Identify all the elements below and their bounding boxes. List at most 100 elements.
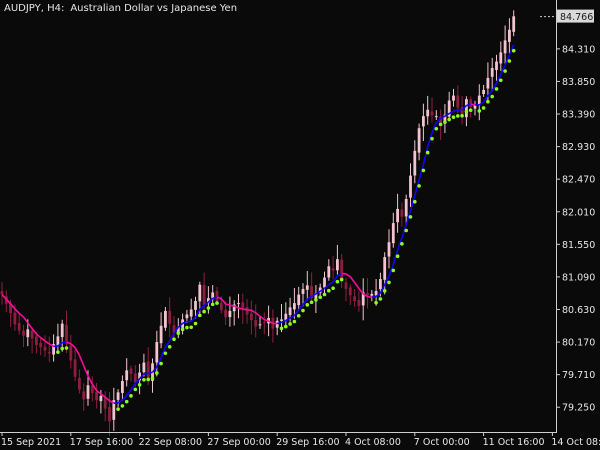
uptrend-dot — [159, 361, 163, 366]
uptrend-segment — [190, 316, 197, 322]
candle-bear — [262, 322, 266, 324]
uptrend-dot — [292, 319, 297, 324]
price-tick-label: 82.930 — [562, 142, 595, 153]
uptrend-dot — [167, 344, 172, 349]
candle-bear — [357, 299, 361, 306]
candle-bull — [125, 370, 129, 381]
candle-bear — [202, 284, 206, 305]
uptrend-dot — [137, 382, 142, 387]
candle-bear — [30, 330, 34, 339]
uptrend-dot — [387, 280, 391, 285]
uptrend-dot — [503, 69, 507, 73]
candle-bull — [383, 257, 387, 280]
price-tick-label: 82.010 — [562, 207, 595, 218]
uptrend-dot — [494, 87, 499, 91]
candle-bull — [495, 61, 498, 71]
downtrend-segment — [27, 322, 33, 330]
uptrend-dot — [129, 394, 133, 398]
uptrend-dot — [56, 350, 60, 354]
time-tick-label: 17 Sep 16:00 — [70, 437, 133, 448]
candle-bear — [73, 359, 77, 377]
candle-bull — [387, 242, 391, 257]
time-tick-label: 11 Oct 16:00 — [483, 437, 545, 448]
candle-bear — [39, 342, 43, 348]
candle-bear — [340, 259, 344, 281]
current-price-tag: 84.766 — [540, 9, 594, 23]
candle-bull — [258, 324, 262, 326]
time-tick-label: 4 Oct 08:00 — [345, 437, 401, 448]
price-tick-label: 79.250 — [562, 403, 595, 414]
uptrend-dot — [305, 303, 310, 307]
downtrend-segment — [349, 276, 356, 284]
candle-bear — [430, 111, 434, 116]
uptrend-dot — [456, 114, 460, 118]
uptrend-segment — [117, 399, 123, 404]
price-chart[interactable]: 84.310 83.850 83.390 82.930 82.470 82.010 81.5… — [0, 0, 600, 450]
candle-bull — [426, 109, 430, 117]
downtrend-segment — [229, 304, 235, 307]
candle-bear — [103, 397, 107, 409]
candle-bull — [512, 16, 516, 32]
downtrend-segment — [259, 315, 265, 321]
uptrend-dot — [198, 313, 202, 318]
candle-bear — [146, 361, 150, 379]
candle-bull — [237, 303, 240, 305]
uptrend-dot — [193, 321, 198, 326]
uptrend-dot — [120, 404, 125, 408]
time-axis: 15 Sep 2021 17 Sep 16:00 22 Sep 08:00 27 Se… — [0, 432, 600, 448]
candle-bull — [370, 293, 374, 296]
uptrend-segment — [371, 295, 377, 299]
candle-bull — [452, 95, 455, 101]
candle-bear — [241, 302, 245, 309]
candle-bear — [245, 307, 249, 315]
candles-layer — [0, 10, 516, 437]
candle-bear — [69, 345, 73, 361]
downtrend-segment — [22, 316, 29, 324]
uptrend-segment — [418, 164, 425, 181]
candle-bear — [78, 377, 81, 390]
candle-bull — [280, 319, 283, 321]
uptrend-dot — [206, 306, 211, 310]
uptrend-segment — [414, 179, 420, 196]
uptrend-dot — [146, 377, 150, 382]
downtrend-segment — [82, 365, 89, 377]
price-tick-label: 79.710 — [562, 370, 595, 381]
candle-bull — [465, 99, 468, 118]
downtrend-segment — [40, 337, 46, 342]
price-tick-label: 83.390 — [562, 110, 595, 121]
uptrend-dot — [185, 325, 189, 330]
candle-bull — [60, 323, 64, 338]
uptrend-dot — [180, 327, 185, 332]
candle-bull — [422, 116, 425, 127]
downtrend-segment — [250, 309, 257, 314]
candle-bear — [13, 312, 17, 325]
price-tick-label: 81.550 — [562, 240, 595, 251]
downtrend-segment — [78, 354, 85, 366]
trend-dots-layer — [56, 48, 516, 411]
candle-bear — [366, 292, 369, 296]
uptrend-dot — [314, 298, 318, 302]
uptrend-segment — [315, 290, 321, 295]
price-tick-label: 80.630 — [562, 305, 595, 316]
downtrend-segment — [358, 287, 364, 295]
current-price-label: 84.766 — [560, 12, 593, 23]
uptrend-dot — [468, 108, 473, 113]
downtrend-segment — [74, 347, 81, 356]
candle-bull — [305, 285, 309, 290]
candle-bull — [413, 150, 417, 176]
candle-bull — [379, 279, 382, 290]
candle-bull — [336, 259, 339, 271]
candle-bull — [185, 314, 189, 319]
time-tick-label: 22 Sep 08:00 — [139, 437, 202, 448]
uptrend-dot — [451, 115, 456, 119]
candle-bull — [508, 29, 511, 42]
uptrend-dot — [507, 59, 512, 63]
uptrend-segment — [289, 314, 295, 319]
candle-bull — [189, 309, 193, 317]
uptrend-segment — [121, 395, 128, 401]
downtrend-segment — [470, 103, 476, 106]
candle-bull — [155, 342, 159, 363]
candle-bull — [99, 395, 103, 402]
uptrend-dot — [150, 376, 155, 381]
price-tick-label: 84.310 — [562, 44, 595, 55]
